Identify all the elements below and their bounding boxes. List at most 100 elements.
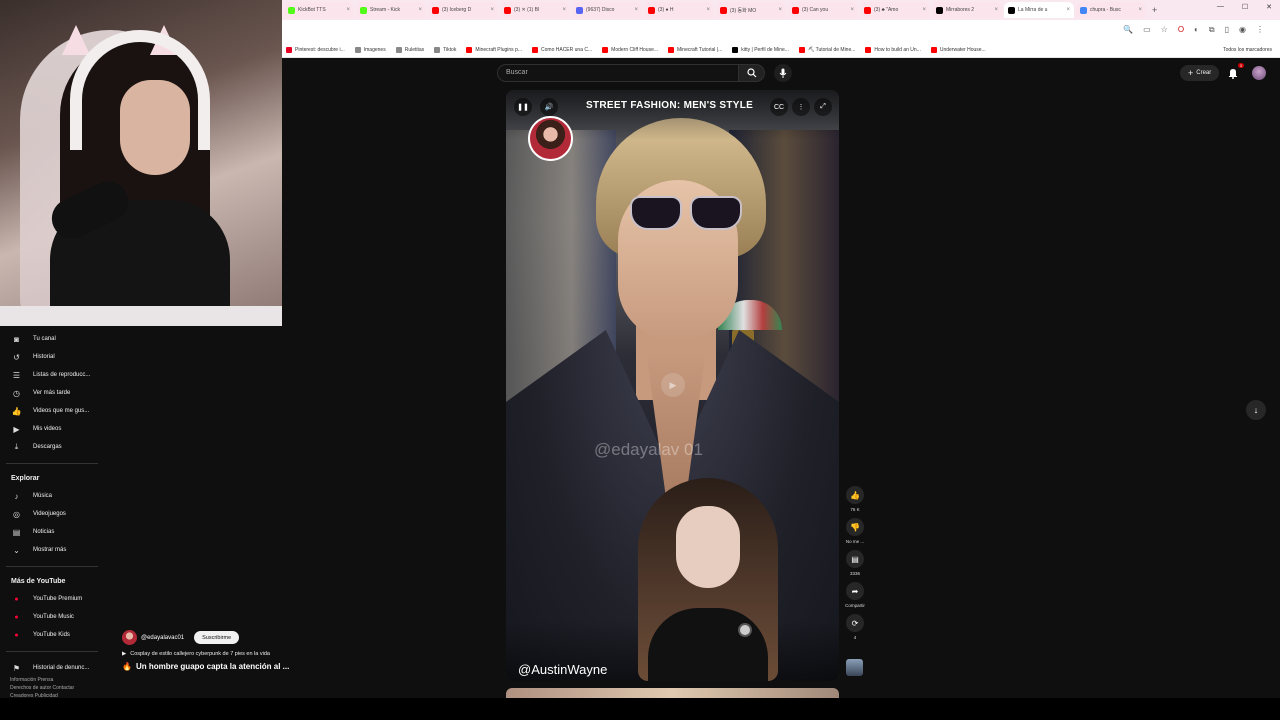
captions-button[interactable]: CC xyxy=(770,98,788,116)
sidebar-item-history[interactable]: ↺ Historial xyxy=(0,348,104,366)
pause-button[interactable]: ❚❚ xyxy=(514,98,532,116)
bookmark-item[interactable]: Ruletitas xyxy=(395,46,424,53)
tab-close-icon[interactable]: × xyxy=(418,7,422,13)
sidebar-item-channel[interactable]: ◙ Tu canal xyxy=(0,330,104,348)
browser-tab[interactable]: (3) Iceberg D × xyxy=(428,2,498,18)
maximize-icon[interactable]: ☐ xyxy=(1242,3,1248,11)
bookmark-item[interactable]: ⛏ Tutorial de Mine... xyxy=(798,46,855,53)
sidebar-icon[interactable]: ▯ xyxy=(1225,25,1229,35)
more-options-button[interactable]: ⋮ xyxy=(792,98,810,116)
browser-tab[interactable]: Stream - Kick × xyxy=(356,2,426,18)
dislike-button[interactable]: 👎 xyxy=(846,518,864,536)
voice-search-button[interactable] xyxy=(774,64,792,82)
channel-name[interactable]: @edayalavac01 xyxy=(141,635,184,641)
account-avatar[interactable] xyxy=(1252,66,1266,80)
bookmark-item[interactable]: Minecraft Plugins p... xyxy=(466,46,522,53)
browser-tab[interactable]: (3) ✕ (1) Bl × xyxy=(500,2,570,18)
sidebar-item-news[interactable]: ▤ Noticias xyxy=(0,523,104,541)
sidebar-item-youtube-premium[interactable]: ● YouTube Premium xyxy=(0,590,104,608)
bookmark-item[interactable]: Tiktok xyxy=(434,46,456,53)
footer-links[interactable]: Derechos de autor Contactar xyxy=(10,684,110,692)
cast-icon[interactable]: ▭ xyxy=(1143,25,1151,35)
sidebar-item-report-history[interactable]: ⚑ Historial de denunc... xyxy=(0,659,104,677)
like-button[interactable]: 👍 xyxy=(846,486,864,504)
fullscreen-button[interactable]: ⤢ xyxy=(814,98,832,116)
shorts-video-player[interactable]: ❚❚ 🔊 STREET FASHION: MEN'S STYLE CC ⋮ ⤢ … xyxy=(506,90,839,681)
divider xyxy=(6,463,98,464)
sidebar-item-youtube-music[interactable]: ● YouTube Music xyxy=(0,608,104,626)
bookmark-item[interactable]: Minecraft Tutorial |... xyxy=(668,46,722,53)
bookmark-item[interactable]: How to build an Un... xyxy=(865,46,921,53)
browser-tab[interactable]: chupra - Busc × xyxy=(1076,2,1146,18)
create-button[interactable]: + Crear xyxy=(1180,65,1220,81)
sidebar: ◙ Tu canal ↺ Historial ☰ Listas de reproducc.… xyxy=(0,330,104,677)
browser-tab[interactable]: (3) ● H × xyxy=(644,2,714,18)
bookmark-item[interactable]: Underwater House... xyxy=(930,46,986,53)
browser-tab[interactable]: (3) 동화 MO × xyxy=(716,2,786,18)
bookmark-item[interactable]: kitty | Perfil de Mine... xyxy=(732,46,789,53)
channel-avatar[interactable] xyxy=(122,630,137,645)
browser-tab[interactable]: La Mirra de u × xyxy=(1004,2,1074,18)
browser-tab[interactable]: Mirrabores 2 × xyxy=(932,2,1002,18)
browser-tab[interactable]: (9637) Disco × xyxy=(572,2,642,18)
tab-close-icon[interactable]: × xyxy=(922,7,926,13)
tab-close-icon[interactable]: × xyxy=(1066,7,1070,13)
sidebar-item-liked[interactable]: 👍 Videos que me gus... xyxy=(0,402,104,420)
sidebar-item-youtube-kids[interactable]: ● YouTube Kids xyxy=(0,626,104,644)
bookmark-item[interactable]: Imagenes xyxy=(354,46,386,53)
history-icon: ↺ xyxy=(13,352,20,362)
audio-icon[interactable]: ◐ xyxy=(1194,25,1199,35)
next-video-button[interactable]: ↓ xyxy=(1246,400,1266,420)
zoom-icon[interactable]: 🔍 xyxy=(1123,25,1133,35)
profile-icon[interactable]: ◉ xyxy=(1239,25,1246,35)
next-video-preview[interactable] xyxy=(506,688,839,698)
tab-close-icon[interactable]: × xyxy=(346,7,350,13)
browser-tab[interactable]: KickBot TTS × xyxy=(284,2,354,18)
sidebar-item-playlists[interactable]: ☰ Listas de reproducc... xyxy=(0,366,104,384)
sound-thumbnail[interactable] xyxy=(846,659,863,676)
sidebar-item-gaming[interactable]: ◎ Videojuegos xyxy=(0,505,104,523)
tab-close-icon[interactable]: × xyxy=(706,7,710,13)
bookmark-item[interactable]: Pinterest: descubre i... xyxy=(286,46,345,53)
tab-close-icon[interactable]: × xyxy=(490,7,494,13)
opera-icon[interactable]: O xyxy=(1178,25,1184,35)
notifications-button[interactable]: 3 xyxy=(1227,63,1244,80)
share-button[interactable]: ➦ xyxy=(846,582,864,600)
sidebar-item-downloads[interactable]: ⤓ Descargas xyxy=(0,438,104,456)
extension-icon[interactable]: ⧉ xyxy=(1209,25,1215,35)
sidebar-item-my-videos[interactable]: ▶ Mis videos xyxy=(0,420,104,438)
bookmark-item[interactable]: Como HACER una C... xyxy=(532,46,592,53)
sidebar-item-chevron-down[interactable]: ⌄ Mostrar más xyxy=(0,541,104,559)
tab-close-icon[interactable]: × xyxy=(562,7,566,13)
tab-label: Stream - Kick xyxy=(370,7,401,13)
search-input[interactable]: Buscar xyxy=(497,64,739,82)
bookmark-item[interactable]: Modern Cliff House... xyxy=(602,46,658,53)
gaming-icon: ◎ xyxy=(13,509,20,519)
tab-close-icon[interactable]: × xyxy=(1138,7,1142,13)
new-tab-icon[interactable]: + xyxy=(1148,5,1161,15)
sidebar-item-watch-later[interactable]: ◷ Ver más tarde xyxy=(0,384,104,402)
close-icon[interactable]: ✕ xyxy=(1266,3,1272,11)
tab-close-icon[interactable]: × xyxy=(994,7,998,13)
video-title-link[interactable]: 🔥 Un hombre guapo capta la atención al .… xyxy=(122,662,312,671)
tab-close-icon[interactable]: × xyxy=(634,7,638,13)
tab-label: La Mirra de u xyxy=(1018,7,1048,13)
footer-links[interactable]: Información Prensa xyxy=(10,676,110,684)
minimize-icon[interactable]: — xyxy=(1217,3,1224,11)
browser-tab[interactable]: (3) Can you × xyxy=(788,2,858,18)
remix-button[interactable]: ⟳ xyxy=(846,614,864,632)
tab-close-icon[interactable]: × xyxy=(850,7,854,13)
comments-button[interactable]: ▤ xyxy=(846,550,864,568)
menu-icon[interactable]: ⋮ xyxy=(1256,25,1264,35)
bookmark-star-icon[interactable]: ☆ xyxy=(1161,25,1168,35)
all-bookmarks-folder[interactable]: Todos los marcadores xyxy=(1223,47,1280,53)
volume-button[interactable]: 🔊 xyxy=(540,98,558,116)
playlist-link[interactable]: ▶ Cosplay de estilo callejero cyberpunk … xyxy=(122,651,312,657)
sidebar-item-music[interactable]: ♪ Música xyxy=(0,487,104,505)
search-button[interactable] xyxy=(739,64,765,82)
sidebar-item-label: Tu canal xyxy=(33,336,56,342)
tab-close-icon[interactable]: × xyxy=(778,7,782,13)
sidebar-item-label: Descargas xyxy=(33,444,62,450)
subscribe-button[interactable]: Suscribirme xyxy=(194,631,240,644)
browser-tab[interactable]: (3) ♣ "Amo × xyxy=(860,2,930,18)
